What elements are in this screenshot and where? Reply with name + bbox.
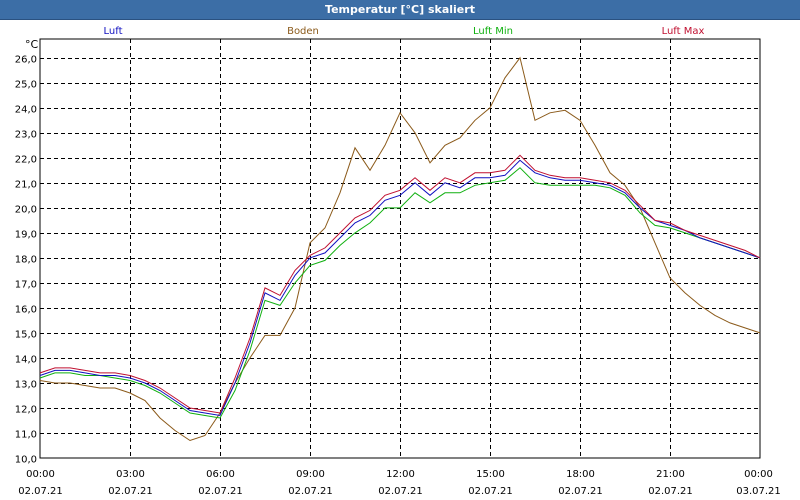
x-tick-date: 02.07.21 xyxy=(108,486,153,497)
legend: Luft Boden Luft Min Luft Max xyxy=(104,26,705,37)
x-tick-time: 15:00 xyxy=(476,469,505,480)
grid xyxy=(39,38,761,459)
legend-item: Luft xyxy=(104,26,123,37)
y-tick-label: 23,0 xyxy=(15,130,37,141)
y-tick-label: 19,0 xyxy=(15,230,37,241)
x-tick-time: 00:00 xyxy=(744,469,773,480)
x-tick-date: 03.07.21 xyxy=(736,486,781,497)
y-tick-label: 13,0 xyxy=(15,380,37,391)
y-tick-label: 10,0 xyxy=(15,455,37,466)
x-tick-date: 02.07.21 xyxy=(468,486,513,497)
x-tick-time: 03:00 xyxy=(116,469,145,480)
y-tick-label: 17,0 xyxy=(15,280,37,291)
x-tick-date: 02.07.21 xyxy=(648,486,693,497)
legend-item: Luft Min xyxy=(473,26,513,37)
x-tick-labels: 00:00 02.07.21 03:00 02.07.21 06:00 02.07.21 0… xyxy=(18,469,781,497)
x-tick-time: 00:00 xyxy=(26,469,55,480)
y-tick-label: 21,0 xyxy=(15,180,37,191)
legend-item: Boden xyxy=(287,26,319,37)
y-tick-label: 11,0 xyxy=(15,430,37,441)
y-axis-unit: °C xyxy=(25,38,39,51)
y-tick-label: 12,0 xyxy=(15,405,37,416)
x-tick-time: 06:00 xyxy=(206,469,235,480)
x-tick-date: 02.07.21 xyxy=(198,486,243,497)
x-tick-date: 02.07.21 xyxy=(378,486,423,497)
y-tick-label: 26,0 xyxy=(15,55,37,66)
x-tick-time: 09:00 xyxy=(296,469,325,480)
y-tick-label: 22,0 xyxy=(15,155,37,166)
legend-item: Luft Max xyxy=(662,26,705,37)
plot-frame xyxy=(39,38,761,459)
y-tick-label: 14,0 xyxy=(15,355,37,366)
y-tick-label: 25,0 xyxy=(15,80,37,91)
y-tick-label: 24,0 xyxy=(15,105,37,116)
x-tick-time: 12:00 xyxy=(386,469,415,480)
x-tick-time: 18:00 xyxy=(566,469,595,480)
y-tick-label: 20,0 xyxy=(15,205,37,216)
y-tick-label: 16,0 xyxy=(15,305,37,316)
x-tick-date: 02.07.21 xyxy=(288,486,333,497)
y-tick-label: 18,0 xyxy=(15,255,37,266)
x-tick-date: 02.07.21 xyxy=(558,486,603,497)
x-tick-time: 21:00 xyxy=(656,469,685,480)
y-tick-label: 15,0 xyxy=(15,330,37,341)
temperature-chart: 10,0 11,0 12,0 13,0 14,0 15,0 16,0 17,0 18,0 19,0… xyxy=(15,26,781,497)
y-tick-labels: 10,0 11,0 12,0 13,0 14,0 15,0 16,0 17,0 18,0 19,0… xyxy=(15,55,37,466)
x-tick-date: 02.07.21 xyxy=(18,486,63,497)
